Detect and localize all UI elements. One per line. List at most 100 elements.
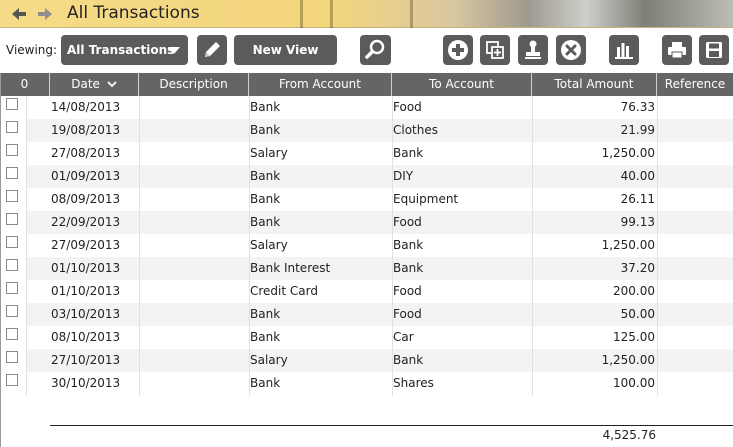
cell-date: 27/10/2013 (51, 353, 121, 367)
row-checkbox[interactable] (6, 144, 18, 156)
cell-background (139, 257, 249, 280)
title-bar: All Transactions (0, 0, 733, 28)
cell-total-amount: 26.11 (620, 192, 655, 206)
table-row[interactable]: 14/08/2013 Bank Food 76.33 (0, 96, 733, 119)
search-button[interactable] (360, 35, 391, 65)
cell-from-account: Bank (250, 169, 281, 183)
table-row[interactable]: 27/10/2013 Salary Bank 1,250.00 (0, 349, 733, 372)
row-checkbox[interactable] (6, 236, 18, 248)
column-header-to-account[interactable]: To Account (392, 73, 532, 96)
column-header-from-account[interactable]: From Account (249, 73, 392, 96)
table-row[interactable]: 01/10/2013 Credit Card Food 200.00 (0, 280, 733, 303)
table-row[interactable]: 08/10/2013 Bank Car 125.00 (0, 326, 733, 349)
row-checkbox[interactable] (6, 259, 18, 271)
new-view-button[interactable]: New View (234, 35, 337, 65)
cell-date: 27/09/2013 (51, 238, 121, 252)
background-decoration (330, 0, 333, 28)
row-checkbox[interactable] (6, 98, 18, 110)
bar-chart-icon (615, 43, 633, 59)
cell-background (657, 372, 733, 395)
cell-total-amount: 1,250.00 (601, 353, 655, 367)
cell-to-account: Car (393, 330, 414, 344)
delete-button[interactable] (556, 35, 586, 65)
edit-view-button[interactable] (197, 35, 227, 65)
cell-background (657, 119, 733, 142)
cell-date: 22/09/2013 (51, 215, 121, 229)
cell-total-amount: 200.00 (613, 284, 655, 298)
table-row[interactable]: 27/08/2013 Salary Bank 1,250.00 (0, 142, 733, 165)
window-title: All Transactions (67, 3, 200, 23)
view-select-dropdown[interactable]: All Transactions (61, 35, 188, 65)
add-transaction-button[interactable] (443, 35, 473, 65)
row-checkbox[interactable] (6, 167, 18, 179)
row-checkbox[interactable] (6, 282, 18, 294)
cell-total-amount: 100.00 (613, 376, 655, 390)
plus-circle-icon (448, 40, 468, 60)
column-header-description[interactable]: Description (139, 73, 249, 96)
cell-date: 27/08/2013 (51, 146, 121, 160)
magnifier-icon (365, 39, 385, 59)
cell-from-account: Bank (250, 376, 281, 390)
cell-background (139, 349, 249, 372)
row-checkbox[interactable] (6, 374, 18, 386)
forward-arrow-icon[interactable] (36, 5, 54, 23)
table-row[interactable]: 01/09/2013 Bank DIY 40.00 (0, 165, 733, 188)
cell-total-amount: 50.00 (620, 307, 655, 321)
cell-date: 08/10/2013 (51, 330, 121, 344)
column-header-select[interactable]: 0 (0, 73, 50, 96)
table-row[interactable]: 08/09/2013 Bank Equipment 26.11 (0, 188, 733, 211)
stamp-icon (525, 40, 541, 59)
cell-background (657, 257, 733, 280)
cell-background (139, 211, 249, 234)
cell-to-account: Equipment (393, 192, 459, 206)
table-row[interactable]: 27/09/2013 Salary Bank 1,250.00 (0, 234, 733, 257)
column-header-date[interactable]: Date (50, 73, 139, 96)
printer-icon (668, 42, 686, 59)
cell-total-amount: 1,250.00 (601, 238, 655, 252)
row-checkbox[interactable] (6, 328, 18, 340)
print-button[interactable] (662, 35, 692, 65)
cell-background (139, 234, 249, 257)
sort-chevron-down-icon (107, 81, 117, 88)
cell-date: 01/10/2013 (51, 284, 121, 298)
background-decoration (300, 0, 303, 28)
table-row[interactable]: 30/10/2013 Bank Shares 100.00 (0, 372, 733, 395)
cell-background (657, 349, 733, 372)
cell-background (657, 96, 733, 119)
chart-button[interactable] (609, 35, 639, 65)
pencil-icon (205, 42, 220, 57)
cell-date: 19/08/2013 (51, 123, 121, 137)
cell-date: 01/09/2013 (51, 169, 121, 183)
column-divider (139, 96, 140, 396)
column-header-total-amount[interactable]: Total Amount (532, 73, 657, 96)
back-arrow-icon[interactable] (10, 5, 28, 23)
table-row[interactable]: 03/10/2013 Bank Food 50.00 (0, 303, 733, 326)
duplicate-button[interactable] (480, 35, 510, 65)
table-row[interactable]: 01/10/2013 Bank Interest Bank 37.20 (0, 257, 733, 280)
cell-total-amount: 37.20 (620, 261, 655, 275)
cell-from-account: Bank (250, 330, 281, 344)
cell-date: 14/08/2013 (51, 100, 121, 114)
cell-from-account: Credit Card (250, 284, 318, 298)
stamp-button[interactable] (518, 35, 548, 65)
save-button[interactable] (699, 35, 729, 65)
copy-plus-icon (486, 41, 504, 59)
row-checkbox[interactable] (6, 213, 18, 225)
column-header-reference[interactable]: Reference (657, 73, 733, 96)
table-row[interactable]: 22/09/2013 Bank Food 99.13 (0, 211, 733, 234)
cell-background (139, 326, 249, 349)
row-checkbox[interactable] (6, 190, 18, 202)
cell-from-account: Salary (250, 353, 288, 367)
cell-date: 01/10/2013 (51, 261, 121, 275)
row-checkbox[interactable] (6, 351, 18, 363)
cell-from-account: Bank (250, 100, 281, 114)
cell-from-account: Bank (250, 307, 281, 321)
row-checkbox[interactable] (6, 305, 18, 317)
viewing-label: Viewing: (6, 43, 58, 57)
cell-to-account: Bank (393, 353, 424, 367)
table-row[interactable]: 19/08/2013 Bank Clothes 21.99 (0, 119, 733, 142)
column-header-date-label: Date (71, 77, 100, 91)
x-circle-icon (561, 40, 581, 60)
toolbar: Viewing: All Transactions New View (0, 28, 733, 72)
row-checkbox[interactable] (6, 121, 18, 133)
